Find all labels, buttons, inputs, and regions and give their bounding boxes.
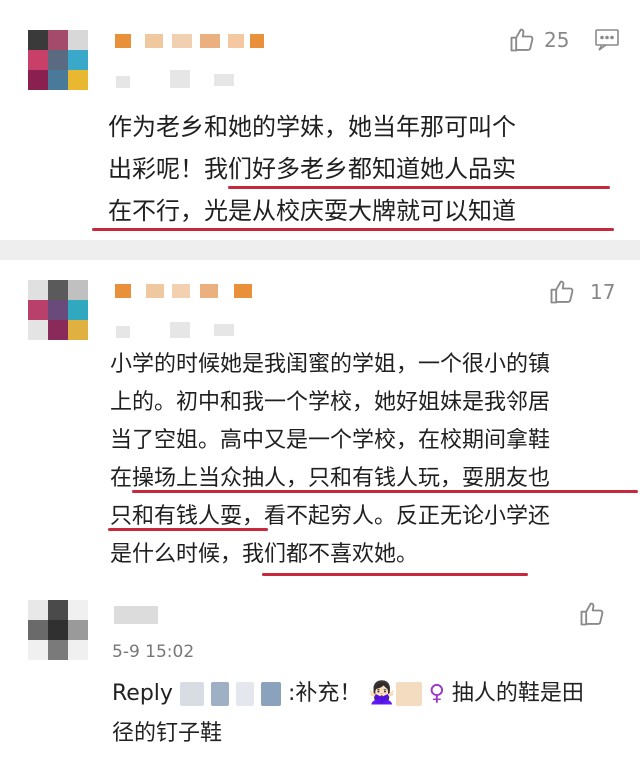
mention-blurred[interactable] xyxy=(179,682,204,706)
comment-icon[interactable] xyxy=(594,28,620,56)
reply-link[interactable]: Reply xyxy=(112,681,173,706)
timestamp: 5-9 15:02 xyxy=(112,642,195,662)
facepalm-emoji: 🙅🏻‍♀️ xyxy=(368,681,396,706)
highlight-underline xyxy=(92,228,614,231)
thumbs-up-icon xyxy=(548,278,576,306)
comment-card-1: 25 作为老乡和她的学妹，她当年那可叫个 出彩呢！我们好多老乡都知道她人品实 在… xyxy=(0,0,640,240)
comment-card-2: 17 小学的时候她是我闺蜜的学姐，一个很小的镇 上的。初中和我一个学校，她好姐妹… xyxy=(0,260,640,600)
highlight-underline xyxy=(228,186,610,189)
avatar[interactable] xyxy=(28,280,88,340)
comment-separator xyxy=(0,240,640,260)
highlight-underline xyxy=(262,573,528,576)
like-count: 17 xyxy=(590,280,616,304)
avatar[interactable] xyxy=(28,30,88,90)
comment-text: 作为老乡和她的学妹，她当年那可叫个 出彩呢！我们好多老乡都知道她人品实 在不行，… xyxy=(108,113,516,225)
avatar[interactable] xyxy=(28,600,88,660)
comment-text: 小学的时候她是我闺蜜的学姐，一个很小的镇 上的。初中和我一个学校，她好姐妹是我邻… xyxy=(110,352,551,567)
thumbs-up-icon xyxy=(508,26,536,54)
comment-card-3: 5-9 15:02 Reply :补充！ 🙅🏻‍♀️ ♀ 抽人的鞋是田 径的钉子… xyxy=(0,600,640,763)
reply-text: Reply :补充！ 🙅🏻‍♀️ ♀ 抽人的鞋是田 xyxy=(112,681,584,706)
female-sign-icon: ♀ xyxy=(428,681,445,706)
highlight-underline xyxy=(132,490,638,493)
like-count: 25 xyxy=(544,28,570,52)
highlight-underline xyxy=(108,528,268,531)
like-button[interactable]: 25 xyxy=(508,26,569,54)
like-button[interactable]: 17 xyxy=(548,278,615,306)
reply-text-line-2: 径的钉子鞋 xyxy=(112,721,223,746)
thumbs-up-icon[interactable] xyxy=(578,600,606,632)
